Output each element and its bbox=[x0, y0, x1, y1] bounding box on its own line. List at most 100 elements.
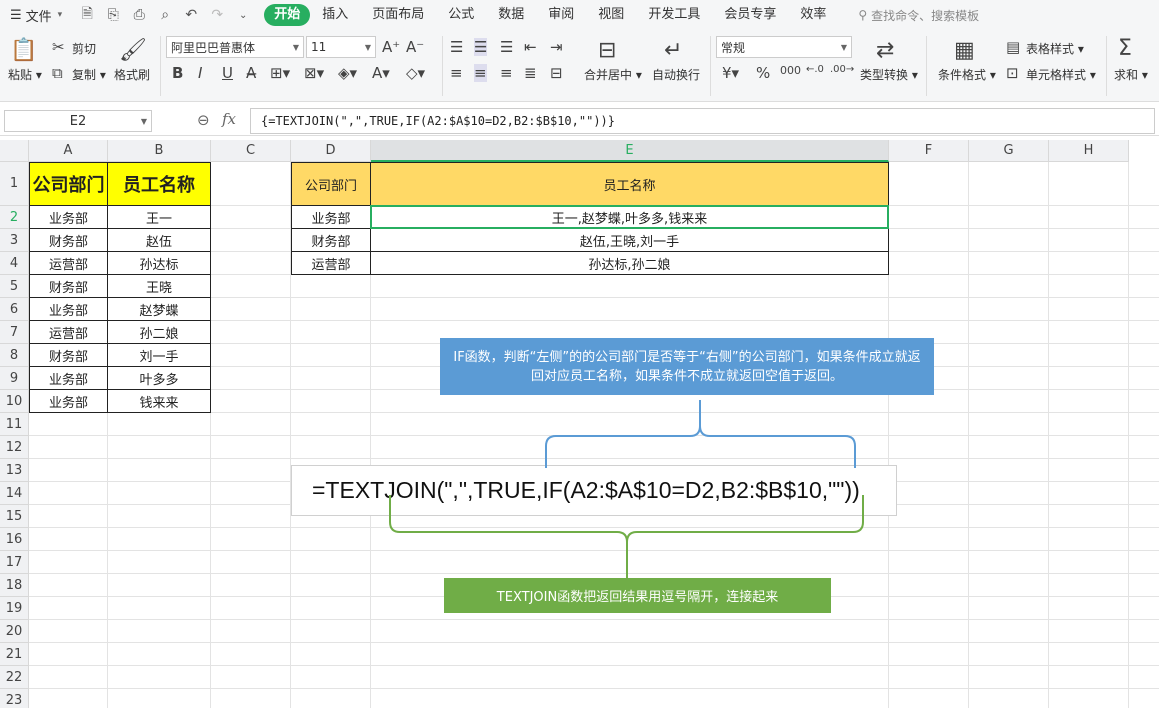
column-header-c[interactable]: C bbox=[211, 140, 291, 162]
cell-a3[interactable]: 财务部 bbox=[29, 228, 108, 252]
row-header-1[interactable]: 1 bbox=[0, 162, 29, 206]
paste-icon[interactable]: 📋 bbox=[10, 36, 38, 64]
cell-b6[interactable]: 赵梦蝶 bbox=[107, 297, 211, 321]
row-header-13[interactable]: 13 bbox=[0, 459, 29, 482]
percent-icon[interactable]: % bbox=[756, 64, 770, 82]
tab-member[interactable]: 会员专享 bbox=[712, 4, 788, 26]
column-header-d[interactable]: D bbox=[291, 140, 371, 162]
align-right-icon[interactable]: ≡ bbox=[500, 64, 513, 82]
cell-e3[interactable]: 赵伍,王晓,刘一手 bbox=[370, 228, 889, 252]
row-header-8[interactable]: 8 bbox=[0, 344, 29, 367]
distributed-align-icon[interactable]: ⊟ bbox=[550, 64, 563, 82]
cell-a6[interactable]: 业务部 bbox=[29, 297, 108, 321]
cell-e4[interactable]: 孙达标,孙二娘 bbox=[370, 251, 889, 275]
file-menu[interactable]: ☰ 文件 ▾ bbox=[0, 6, 70, 25]
spreadsheet-grid[interactable]: A B C D E F G H 1 2 3 4 5 6 7 8 9 10 11 12 13 14 15 16 17 18 19 20 2… bbox=[0, 140, 1159, 708]
row-header-15[interactable]: 15 bbox=[0, 505, 29, 528]
paste-button[interactable]: 粘贴 ▾ bbox=[8, 66, 42, 83]
column-header-a[interactable]: A bbox=[29, 140, 108, 162]
column-header-f[interactable]: F bbox=[889, 140, 969, 162]
cell-a9[interactable]: 业务部 bbox=[29, 366, 108, 390]
command-search[interactable]: ⚲ 查找命令、搜索模板 bbox=[858, 7, 979, 24]
cell-b7[interactable]: 孙二娘 bbox=[107, 320, 211, 344]
tab-home[interactable]: 开始 bbox=[264, 4, 311, 26]
row-header-12[interactable]: 12 bbox=[0, 436, 29, 459]
insert-function-button[interactable]: fx bbox=[222, 110, 236, 128]
row-header-17[interactable]: 17 bbox=[0, 551, 29, 574]
italic-icon[interactable]: I bbox=[198, 64, 202, 82]
cell-b2[interactable]: 王一 bbox=[107, 205, 211, 229]
print-icon[interactable]: ⎙ bbox=[128, 4, 150, 26]
justify-icon[interactable]: ≣ bbox=[524, 64, 537, 82]
cell-a7[interactable]: 运营部 bbox=[29, 320, 108, 344]
underline-icon[interactable]: U bbox=[222, 64, 233, 82]
row-header-20[interactable]: 20 bbox=[0, 620, 29, 643]
increase-decimal-icon[interactable]: ←.0 bbox=[806, 64, 824, 75]
diagonal-border-icon[interactable]: ⊠▾ bbox=[304, 64, 324, 82]
increase-font-icon[interactable]: A⁺ bbox=[382, 38, 400, 56]
tab-efficiency[interactable]: 效率 bbox=[788, 4, 838, 26]
cell-a5[interactable]: 财务部 bbox=[29, 274, 108, 298]
select-all-corner[interactable] bbox=[0, 140, 29, 162]
align-bottom-icon[interactable]: ☰ bbox=[500, 38, 513, 56]
export-pdf-icon[interactable]: ⎘ bbox=[102, 4, 124, 26]
cell-a4[interactable]: 运营部 bbox=[29, 251, 108, 275]
row-header-22[interactable]: 22 bbox=[0, 666, 29, 689]
cell-a10[interactable]: 业务部 bbox=[29, 389, 108, 413]
cell-e1[interactable]: 员工名称 bbox=[370, 162, 889, 206]
font-name-select[interactable]: 阿里巴巴普惠体 ▼ bbox=[166, 36, 304, 58]
column-header-e[interactable]: E bbox=[371, 140, 889, 162]
sum-icon[interactable]: Σ bbox=[1118, 36, 1132, 61]
tab-page-layout[interactable]: 页面布局 bbox=[360, 4, 436, 26]
row-header-14[interactable]: 14 bbox=[0, 482, 29, 505]
conditional-format-button[interactable]: 条件格式 ▾ bbox=[938, 66, 996, 83]
table-style-button[interactable]: 表格样式 ▾ bbox=[1026, 40, 1084, 57]
column-header-g[interactable]: G bbox=[969, 140, 1049, 162]
merge-center-icon[interactable]: ⊟ bbox=[598, 38, 616, 63]
copy-button[interactable]: 复制 ▾ bbox=[72, 66, 106, 83]
decrease-indent-icon[interactable]: ⇤ bbox=[524, 38, 537, 56]
decrease-font-icon[interactable]: A⁻ bbox=[406, 38, 424, 56]
border-icon[interactable]: ⊞▾ bbox=[270, 64, 290, 82]
cell-b1[interactable]: 员工名称 bbox=[107, 162, 211, 206]
tab-view[interactable]: 视图 bbox=[586, 4, 636, 26]
cell-b3[interactable]: 赵伍 bbox=[107, 228, 211, 252]
cell-style-button[interactable]: 单元格样式 ▾ bbox=[1026, 66, 1096, 83]
fill-color-icon[interactable]: ◈▾ bbox=[338, 64, 357, 82]
column-header-b[interactable]: B bbox=[108, 140, 211, 162]
row-header-19[interactable]: 19 bbox=[0, 597, 29, 620]
clear-format-icon[interactable]: ◇▾ bbox=[406, 64, 425, 82]
align-center-icon[interactable]: ≡ bbox=[474, 64, 487, 82]
tab-developer[interactable]: 开发工具 bbox=[636, 4, 712, 26]
align-middle-icon[interactable]: ☰ bbox=[474, 38, 488, 56]
cell-a1[interactable]: 公司部门 bbox=[29, 162, 108, 206]
row-header-18[interactable]: 18 bbox=[0, 574, 29, 597]
number-format-select[interactable]: 常规 ▼ bbox=[716, 36, 852, 58]
row-header-9[interactable]: 9 bbox=[0, 367, 29, 390]
decrease-decimal-icon[interactable]: .00→ bbox=[830, 64, 854, 75]
strikethrough-icon[interactable]: A̶ bbox=[246, 64, 256, 82]
row-header-11[interactable]: 11 bbox=[0, 413, 29, 436]
sum-button[interactable]: 求和 ▾ bbox=[1114, 66, 1148, 83]
type-convert-icon[interactable]: ⇄ bbox=[876, 38, 894, 63]
thousands-icon[interactable]: 000 bbox=[780, 64, 801, 77]
cell-b8[interactable]: 刘一手 bbox=[107, 343, 211, 367]
column-header-h[interactable]: H bbox=[1049, 140, 1129, 162]
cell-d2[interactable]: 业务部 bbox=[291, 205, 371, 229]
tab-review[interactable]: 审阅 bbox=[536, 4, 586, 26]
row-header-7[interactable]: 7 bbox=[0, 321, 29, 344]
row-header-4[interactable]: 4 bbox=[0, 252, 29, 275]
undo-icon[interactable]: ↶ bbox=[180, 4, 202, 26]
redo-icon[interactable]: ↷ bbox=[206, 4, 228, 26]
font-size-select[interactable]: 11 ▼ bbox=[306, 36, 376, 58]
cell-b5[interactable]: 王晓 bbox=[107, 274, 211, 298]
row-header-2[interactable]: 2 bbox=[0, 206, 29, 229]
format-painter-button[interactable]: 格式刷 bbox=[114, 66, 150, 83]
cell-a8[interactable]: 财务部 bbox=[29, 343, 108, 367]
zoom-icon[interactable]: ⊖ bbox=[197, 111, 210, 129]
cell-d4[interactable]: 运营部 bbox=[291, 251, 371, 275]
align-top-icon[interactable]: ☰ bbox=[450, 38, 463, 56]
cut-button[interactable]: 剪切 bbox=[72, 40, 96, 57]
wrap-text-icon[interactable]: ↵ bbox=[664, 38, 682, 63]
formula-input[interactable]: {=TEXTJOIN(",",TRUE,IF(A2:$A$10=D2,B2:$B… bbox=[250, 108, 1155, 134]
